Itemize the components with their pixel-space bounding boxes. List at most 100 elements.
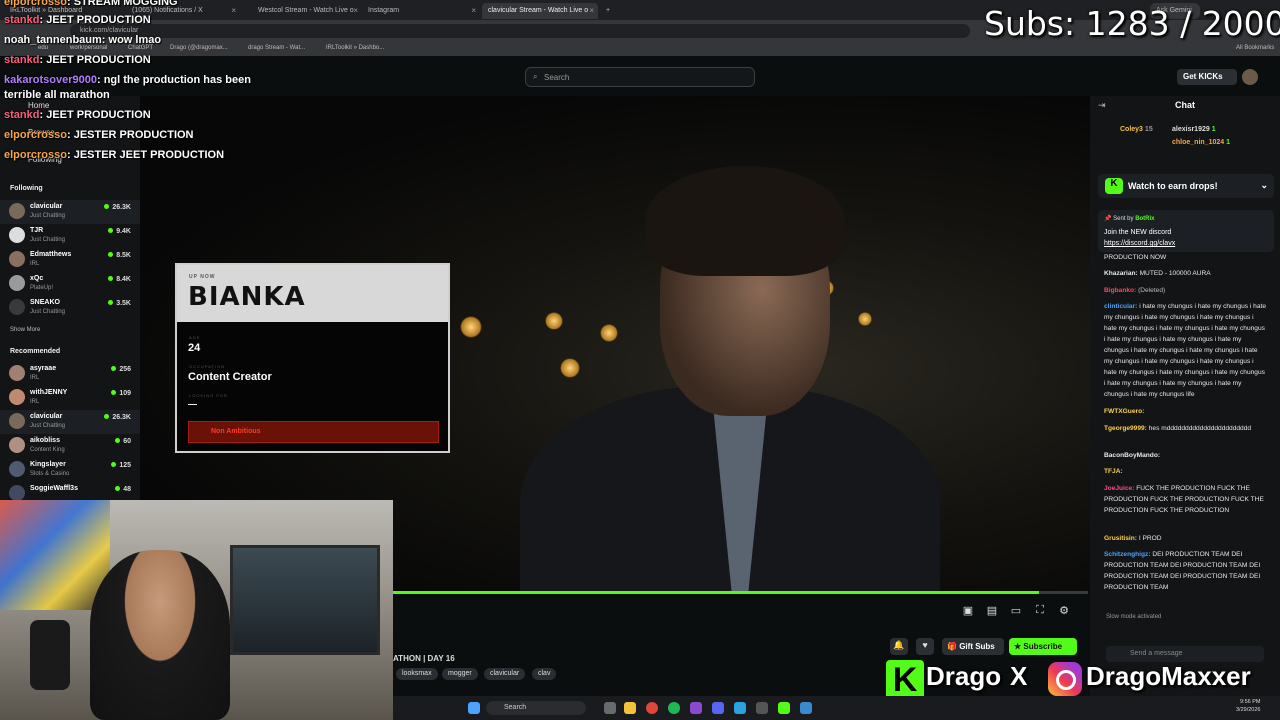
avatar xyxy=(9,437,25,453)
all-bookmarks[interactable]: All Bookmarks xyxy=(1236,45,1274,51)
channel-name: TJR xyxy=(30,227,44,234)
message-user[interactable]: TFJA: xyxy=(1104,468,1123,475)
new-tab-icon[interactable]: + xyxy=(600,3,616,19)
windows-start-icon[interactable] xyxy=(468,702,480,714)
kick-app-icon[interactable] xyxy=(778,702,790,714)
gift-subs-button[interactable]: 🎁 Gift Subs xyxy=(942,638,1004,655)
microphone xyxy=(30,620,70,690)
sidebar-channel[interactable]: withJENNY IRL 109 xyxy=(0,386,140,410)
task-view-icon[interactable] xyxy=(604,702,616,714)
bookmark[interactable]: Drago (@dragomax... xyxy=(170,45,228,51)
bookmark[interactable]: drago Stream - Wat... xyxy=(248,45,305,51)
channel-category: Just Chatting xyxy=(30,237,66,243)
sidebar-channel[interactable]: xQc PlateUp! 8.4K xyxy=(0,272,140,296)
overlay-user: stankd xyxy=(4,14,40,26)
url-field[interactable]: kick.com/clavicular xyxy=(70,24,970,38)
browser-tab-active[interactable]: clavicular Stream - Watch Live o × xyxy=(482,3,598,19)
message-user[interactable]: Khazarian: xyxy=(1104,270,1138,277)
chat-message: BaconBoyMando: xyxy=(1104,450,1268,461)
tag[interactable]: looksmax xyxy=(396,668,438,680)
taskbar-search[interactable]: Search xyxy=(486,701,586,715)
app-icon[interactable] xyxy=(756,702,768,714)
channel-name: xQc xyxy=(30,275,44,282)
video-progress-bar[interactable] xyxy=(393,591,1088,594)
message-user[interactable]: JoeJuice: xyxy=(1104,485,1134,492)
avatar xyxy=(9,461,25,477)
app-icon[interactable] xyxy=(800,702,812,714)
app-icon[interactable] xyxy=(734,702,746,714)
sidebar-channel[interactable]: Kingslayer Slots & Casino 125 xyxy=(0,458,140,482)
bookmark[interactable]: IRLToolkit » Dashbo... xyxy=(326,45,384,51)
top-gifter: chloe_nin_1024 1 xyxy=(1172,139,1230,146)
sidebar-channel[interactable]: clavicular Just Chatting 26.3K xyxy=(0,200,140,224)
fullscreen-icon[interactable]: ⛶ xyxy=(1033,604,1047,618)
spotify-icon[interactable] xyxy=(668,702,680,714)
chat-message: Bigbanko: (Deleted) xyxy=(1104,285,1268,296)
pinned-link[interactable]: https://discord.gg/clavx xyxy=(1104,240,1175,247)
subscribe-button[interactable]: ★ Subscribe xyxy=(1009,638,1077,655)
message-user[interactable]: Schitzenghigz: xyxy=(1104,551,1151,558)
overlay-msg: JEET PRODUCTION xyxy=(46,54,151,66)
viewer-count: 26.3K xyxy=(104,204,131,211)
miniplayer-icon[interactable]: ▭ xyxy=(1009,604,1023,618)
settings-icon[interactable]: ⚙ xyxy=(1057,604,1071,618)
sidebar-channel[interactable]: TJR Just Chatting 9.4K xyxy=(0,224,140,248)
message-user[interactable]: FWTXGuero: xyxy=(1104,408,1144,415)
avatar xyxy=(9,413,25,429)
chat-message: Schitzenghigz: DEI PRODUCTION TEAM DEI P… xyxy=(1104,549,1268,593)
close-icon[interactable]: × xyxy=(471,6,476,15)
channel-name: clavicular xyxy=(30,413,63,420)
close-icon[interactable]: × xyxy=(231,6,236,15)
bokeh-light xyxy=(858,312,872,326)
bell-icon[interactable]: 🔔 xyxy=(890,638,908,655)
sidebar-channel[interactable]: clavicular Just Chatting 26.3K xyxy=(0,410,140,434)
drops-banner[interactable]: Watch to earn drops! ⌄ xyxy=(1098,174,1274,198)
show-more-link[interactable]: Show More xyxy=(10,327,40,333)
sidebar-channel[interactable]: SNEAKO Just Chatting 3.5K xyxy=(0,296,140,320)
file-explorer-icon[interactable] xyxy=(624,702,636,714)
avatar[interactable] xyxy=(1242,69,1258,85)
clip-icon[interactable]: ▣ xyxy=(961,604,975,618)
message-user[interactable]: Tgeorge9999: xyxy=(1104,425,1147,432)
message-text: PRODUCTION NOW xyxy=(1104,254,1167,261)
close-icon[interactable]: × xyxy=(353,6,358,15)
theater-icon[interactable]: ▤ xyxy=(985,604,999,618)
message-user[interactable]: Bigbanko: xyxy=(1104,287,1136,294)
heart-icon[interactable]: ♥ xyxy=(916,638,934,655)
discord-icon[interactable] xyxy=(712,702,724,714)
card-looking-for: — xyxy=(188,399,197,409)
viewer-number: 109 xyxy=(119,390,131,397)
message-user[interactable]: clinticular: xyxy=(1104,303,1137,310)
app-icon[interactable] xyxy=(690,702,702,714)
get-kicks-button[interactable]: Get KICKs xyxy=(1177,69,1237,85)
close-icon[interactable]: × xyxy=(589,6,594,15)
channel-name: Edmatthews xyxy=(30,251,72,258)
overlay-chat-line: elporcrosso: JESTER PRODUCTION xyxy=(4,129,194,141)
viewer-number: 48 xyxy=(123,486,131,493)
live-dot-icon xyxy=(104,414,110,419)
tag[interactable]: mogger xyxy=(442,668,478,680)
card-occupation-label: OCCUPATION xyxy=(189,364,226,369)
tag[interactable]: clavicular xyxy=(484,668,526,680)
message-user[interactable]: Grusitisin: xyxy=(1104,535,1137,542)
avatar xyxy=(9,389,25,405)
sidebar-channel[interactable]: aikobliss Content King 60 xyxy=(0,434,140,458)
tag[interactable]: clav xyxy=(532,668,557,680)
chrome-icon[interactable] xyxy=(646,702,658,714)
message-text: I PROD xyxy=(1138,535,1162,542)
overlay-user: elporcrosso xyxy=(4,149,67,161)
card-name: BIANKA xyxy=(188,282,306,312)
message-user[interactable]: BaconBoyMando: xyxy=(1104,452,1160,459)
viewer-number: 8.4K xyxy=(116,276,131,283)
avatar xyxy=(9,485,25,501)
card-flag-bar: Non Ambitious xyxy=(188,421,439,443)
sidebar-channel[interactable]: Edmatthews IRL 8.5K xyxy=(0,248,140,272)
sent-by-label: Sent by xyxy=(1113,216,1134,222)
chat-input[interactable]: Send a message xyxy=(1106,646,1264,662)
search-input[interactable]: ⌕ Search xyxy=(525,67,755,87)
browser-tab[interactable]: Westcol Stream - Watch Live o × xyxy=(252,3,362,19)
channel-category: Content King xyxy=(30,447,65,453)
sidebar-channel[interactable]: asyraae IRL 256 xyxy=(0,362,140,386)
gifter-name: Coley3 xyxy=(1120,126,1143,133)
browser-tab[interactable]: Instagram × xyxy=(362,3,480,19)
